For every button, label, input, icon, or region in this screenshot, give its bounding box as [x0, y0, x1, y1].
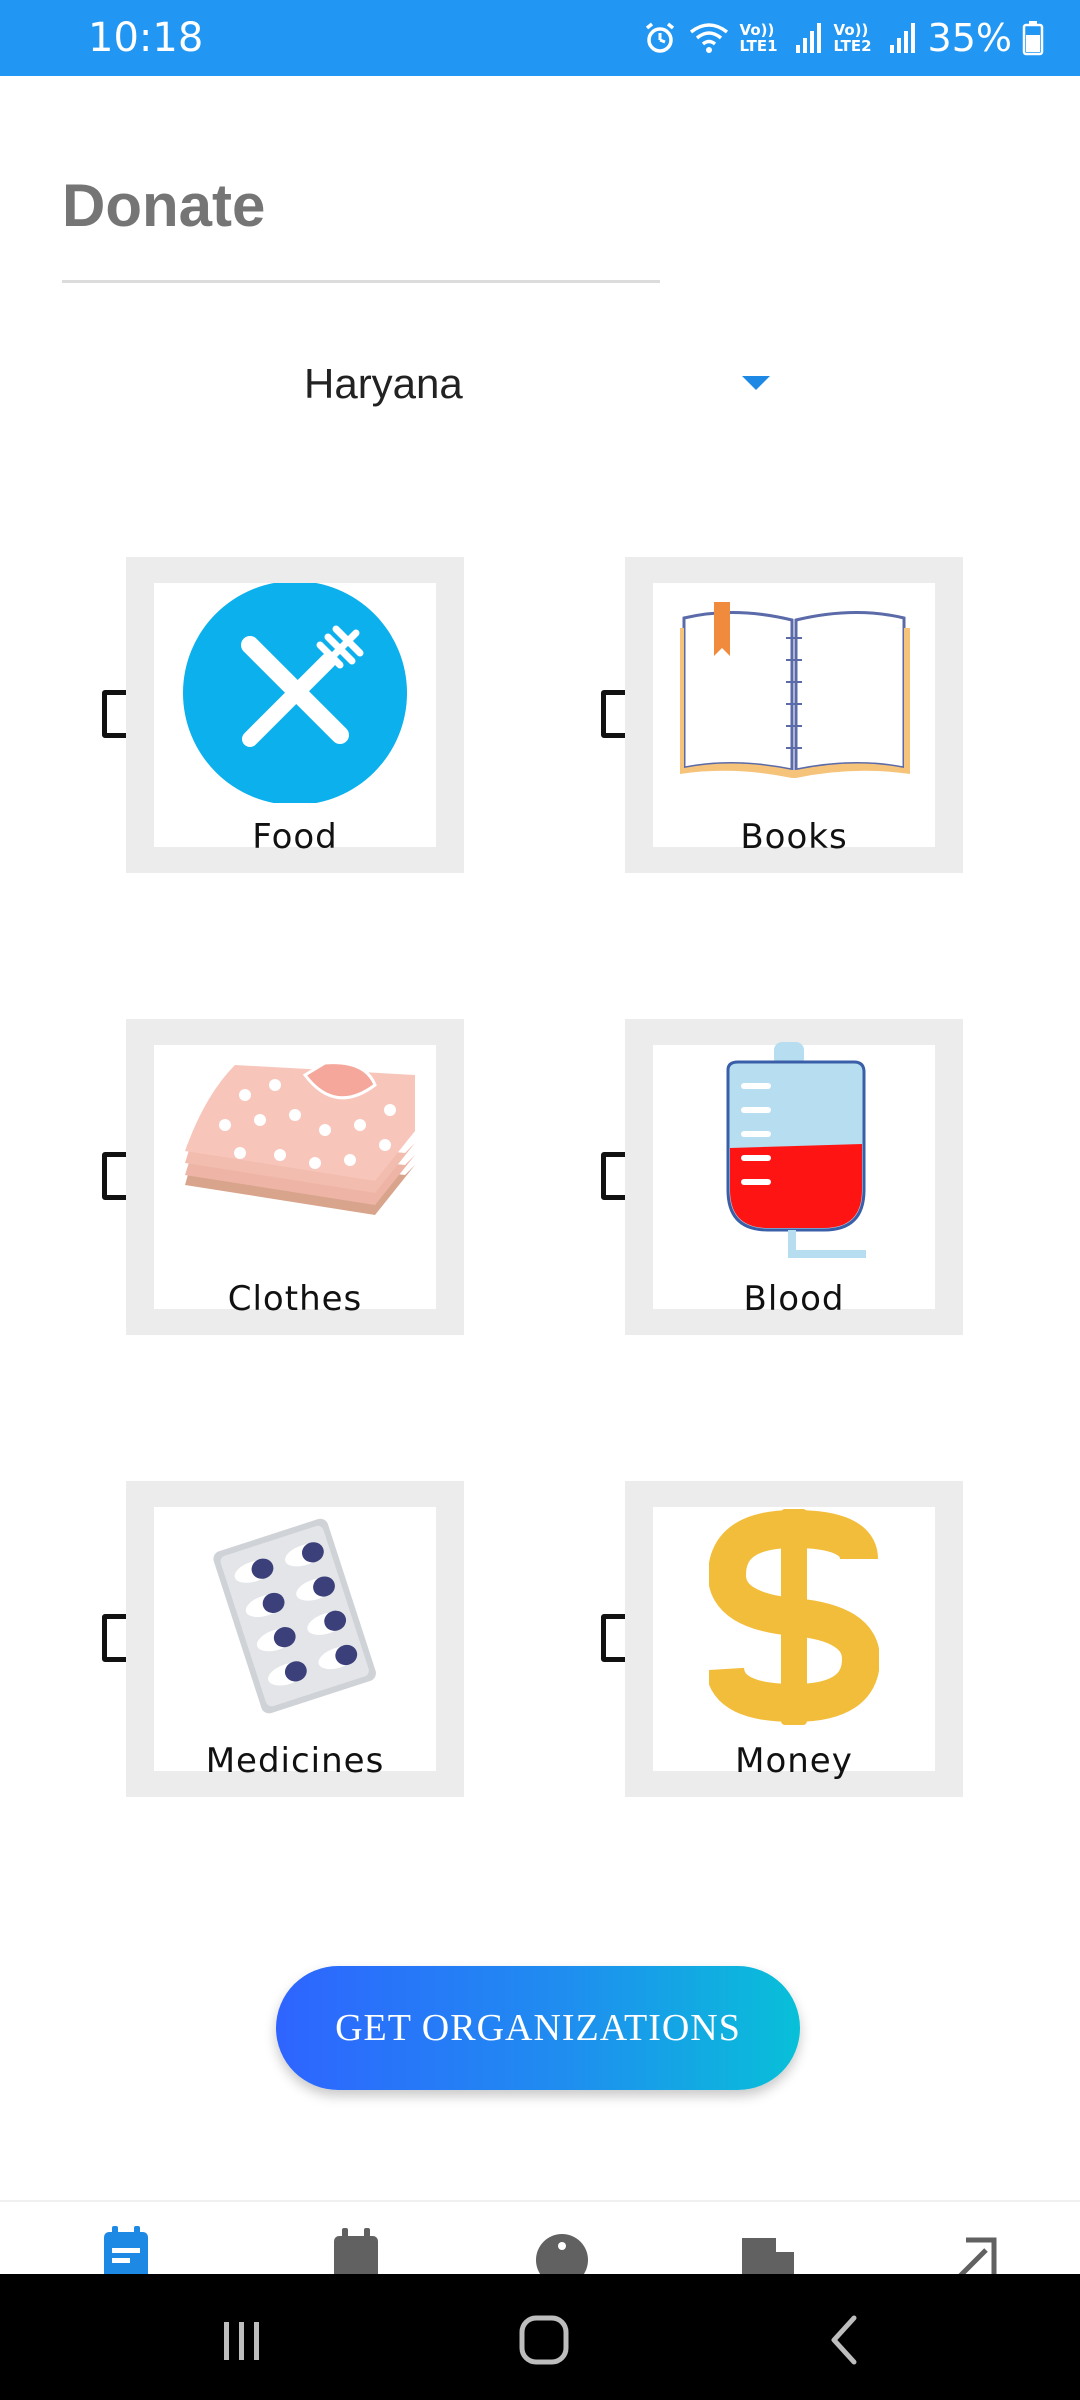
category-label-medicines: Medicines [205, 1741, 385, 1781]
lte1-label: Vo)) LTE1 [739, 21, 778, 55]
book-icon [653, 583, 935, 803]
category-tile-blood[interactable]: Blood [625, 1019, 963, 1335]
get-organizations-button[interactable]: GET ORGANIZATIONS [276, 1966, 800, 2090]
food-icon [154, 583, 436, 803]
signal-icon-2 [888, 21, 918, 55]
category-label-blood: Blood [743, 1279, 845, 1319]
battery-level: 35% [927, 16, 1012, 60]
category-label-food: Food [252, 817, 338, 857]
category-label-books: Books [740, 817, 848, 857]
back-icon[interactable] [816, 2310, 876, 2370]
state-selected-value: Haryana [304, 360, 463, 407]
info-tab-icon[interactable] [532, 2224, 592, 2276]
title-divider [62, 280, 660, 283]
dollar-icon [653, 1507, 935, 1727]
pills-icon [154, 1507, 436, 1727]
category-tile-food[interactable]: Food [126, 557, 464, 873]
category-tile-books[interactable]: Books [625, 557, 963, 873]
status-time: 10:18 [88, 15, 204, 61]
blood-bag-icon [653, 1042, 935, 1265]
wifi-icon [688, 20, 730, 56]
bottom-navigation [0, 2200, 1080, 2276]
home-icon[interactable] [514, 2310, 574, 2370]
recent-apps-icon[interactable] [212, 2310, 272, 2370]
category-tile-medicines[interactable]: Medicines [126, 1481, 464, 1797]
category-label-money: Money [735, 1741, 853, 1781]
status-icons: Vo)) LTE1 Vo)) LTE2 35% [642, 12, 1044, 64]
status-bar: 10:18 Vo)) LTE1 Vo)) LTE2 35% [0, 0, 1080, 76]
logout-tab-icon[interactable] [946, 2224, 1006, 2276]
calendar-tab-icon[interactable] [326, 2224, 386, 2276]
dropdown-arrow-icon [742, 376, 770, 397]
system-navigation-bar [0, 2274, 1080, 2400]
battery-icon [1022, 20, 1044, 56]
category-tile-money[interactable]: Money [625, 1481, 963, 1797]
page-title: Donate [62, 172, 266, 239]
alarm-icon [642, 20, 678, 56]
donate-screen: 10:18 Vo)) LTE1 Vo)) LTE2 35% Donate Har… [0, 0, 1080, 2400]
donate-tab-icon[interactable] [96, 2224, 156, 2276]
category-label-clothes: Clothes [227, 1279, 363, 1319]
signal-icon-1 [794, 21, 824, 55]
clothes-icon [154, 1045, 436, 1265]
building-tab-icon[interactable] [738, 2224, 798, 2276]
state-dropdown[interactable]: Haryana [290, 350, 780, 420]
lte2-label: Vo)) LTE2 [833, 21, 872, 55]
category-tile-clothes[interactable]: Clothes [126, 1019, 464, 1335]
